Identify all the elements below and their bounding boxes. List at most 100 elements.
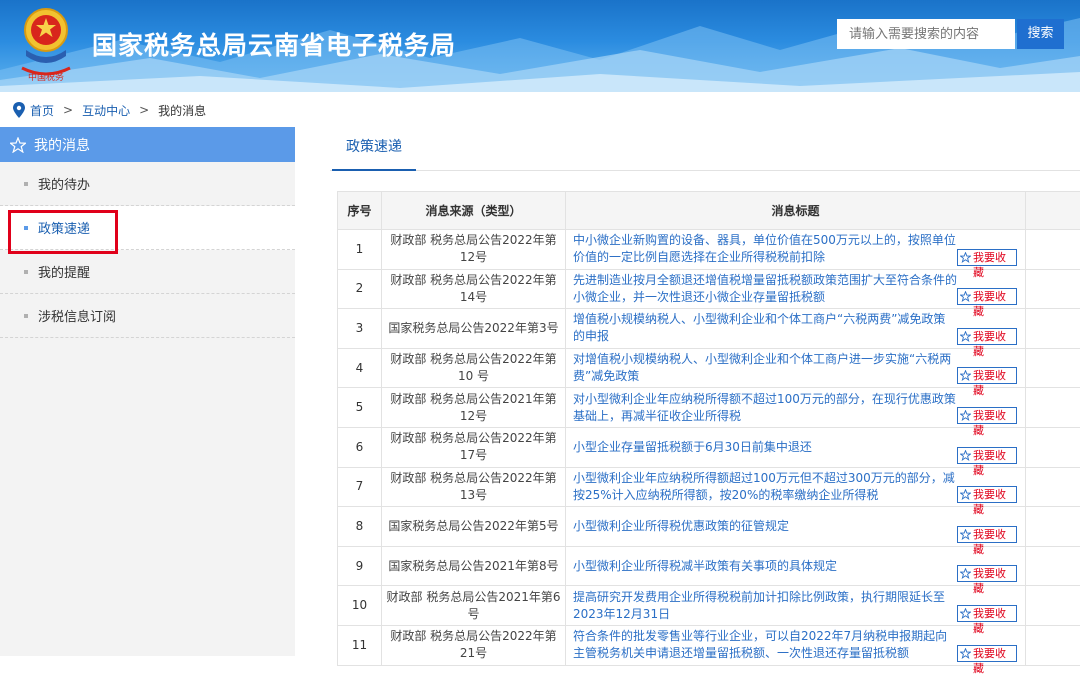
search-input[interactable] bbox=[837, 19, 1015, 49]
star-outline-icon bbox=[960, 291, 971, 302]
row-title-cell: 对增值税小规模纳税人、小型微利企业和个体工商户进一步实施“六税两费”减免政策我要… bbox=[566, 348, 1026, 388]
table-row: 1财政部 税务总局公告2022年第12号中小微企业新购置的设备、器具，单位价值在… bbox=[338, 230, 1080, 270]
row-title-link[interactable]: 对增值税小规模纳税人、小型微利企业和个体工商户进一步实施“六税两费”减免政策 bbox=[573, 351, 1019, 385]
star-icon bbox=[10, 137, 26, 153]
row-title-link[interactable]: 中小微企业新购置的设备、器具，单位价值在500万元以上的，按照单位价值的一定比例… bbox=[573, 232, 1019, 266]
row-extra-cell bbox=[1026, 625, 1080, 665]
row-number: 9 bbox=[338, 546, 382, 586]
favorite-button[interactable]: 我要收藏 bbox=[957, 486, 1017, 503]
message-table: 序号 消息来源（类型） 消息标题 1财政部 税务总局公告2022年第12号中小微… bbox=[337, 191, 1080, 666]
favorite-button[interactable]: 我要收藏 bbox=[957, 249, 1017, 266]
row-source: 财政部 税务总局公告2022年第14号 bbox=[382, 269, 566, 309]
row-number: 11 bbox=[338, 625, 382, 665]
tab-policy-express[interactable]: 政策速递 bbox=[332, 127, 416, 171]
row-extra-cell bbox=[1026, 348, 1080, 388]
favorite-button[interactable]: 我要收藏 bbox=[957, 407, 1017, 424]
row-extra-cell bbox=[1026, 269, 1080, 309]
favorite-button[interactable]: 我要收藏 bbox=[957, 288, 1017, 305]
column-header-source: 消息来源（类型） bbox=[382, 192, 566, 230]
table-row: 6财政部 税务总局公告2022年第17号小型企业存量留抵税额于6月30日前集中退… bbox=[338, 427, 1080, 467]
highlight-box bbox=[8, 210, 118, 254]
row-source: 国家税务总局公告2022年第5号 bbox=[382, 507, 566, 547]
favorite-button[interactable]: 我要收藏 bbox=[957, 565, 1017, 582]
header-banner: 中国税务 国家税务总局云南省电子税务局 搜索 bbox=[0, 0, 1080, 92]
row-extra-cell bbox=[1026, 388, 1080, 428]
favorite-button[interactable]: 我要收藏 bbox=[957, 328, 1017, 345]
column-header-title: 消息标题 bbox=[566, 192, 1026, 230]
breadcrumb-separator: > bbox=[63, 103, 73, 117]
row-source: 财政部 税务总局公告2021年第6号 bbox=[382, 586, 566, 626]
star-outline-icon bbox=[960, 252, 971, 263]
favorite-button[interactable]: 我要收藏 bbox=[957, 447, 1017, 464]
sidebar-item-reminders[interactable]: 我的提醒 bbox=[0, 250, 295, 294]
row-title-link[interactable]: 对小型微利企业年应纳税所得额不超过100万元的部分，在现行优惠政策基础上，再减半… bbox=[573, 391, 1019, 425]
row-title-link[interactable]: 增值税小规模纳税人、小型微利企业和个体工商户“六税两费”减免政策的申报 bbox=[573, 311, 1019, 345]
row-number: 7 bbox=[338, 467, 382, 507]
star-outline-icon bbox=[960, 370, 971, 381]
sidebar-header: 我的消息 bbox=[0, 127, 295, 162]
row-title-cell: 小型企业存量留抵税额于6月30日前集中退还我要收藏 bbox=[566, 427, 1026, 467]
row-source: 国家税务总局公告2021年第8号 bbox=[382, 546, 566, 586]
row-source: 国家税务总局公告2022年第3号 bbox=[382, 309, 566, 349]
row-source: 财政部 税务总局公告2022年第12号 bbox=[382, 230, 566, 270]
row-title-cell: 中小微企业新购置的设备、器具，单位价值在500万元以上的，按照单位价值的一定比例… bbox=[566, 230, 1026, 270]
table-row: 10财政部 税务总局公告2021年第6号提高研究开发费用企业所得税税前加计扣除比… bbox=[338, 586, 1080, 626]
row-extra-cell bbox=[1026, 309, 1080, 349]
sidebar-item-label: 我的待办 bbox=[38, 174, 90, 193]
row-extra-cell bbox=[1026, 230, 1080, 270]
row-number: 5 bbox=[338, 388, 382, 428]
tab-bar: 政策速递 bbox=[330, 127, 1080, 171]
row-title-cell: 提高研究开发费用企业所得税税前加计扣除比例政策，执行期限延长至2023年12月3… bbox=[566, 586, 1026, 626]
row-title-link[interactable]: 小型企业存量留抵税额于6月30日前集中退还 bbox=[573, 439, 1019, 456]
star-outline-icon bbox=[960, 489, 971, 500]
table-row: 3国家税务总局公告2022年第3号增值税小规模纳税人、小型微利企业和个体工商户“… bbox=[338, 309, 1080, 349]
row-number: 4 bbox=[338, 348, 382, 388]
site-title: 国家税务总局云南省电子税务局 bbox=[92, 26, 456, 62]
row-source: 财政部 税务总局公告2022年第21号 bbox=[382, 625, 566, 665]
table-row: 7财政部 税务总局公告2022年第13号小型微利企业年应纳税所得额超过100万元… bbox=[338, 467, 1080, 507]
row-title-cell: 增值税小规模纳税人、小型微利企业和个体工商户“六税两费”减免政策的申报我要收藏 bbox=[566, 309, 1026, 349]
star-outline-icon bbox=[960, 568, 971, 579]
breadcrumb: 首页 > 互动中心 > 我的消息 bbox=[12, 100, 206, 120]
table-row: 4财政部 税务总局公告2022年第 10 号对增值税小规模纳税人、小型微利企业和… bbox=[338, 348, 1080, 388]
row-title-cell: 符合条件的批发零售业等行业企业，可以自2022年7月纳税申报期起向主管税务机关申… bbox=[566, 625, 1026, 665]
star-outline-icon bbox=[960, 450, 971, 461]
row-extra-cell bbox=[1026, 427, 1080, 467]
row-title-link[interactable]: 小型微利企业所得税减半政策有关事项的具体规定 bbox=[573, 558, 1019, 575]
breadcrumb-home-link[interactable]: 首页 bbox=[30, 102, 54, 119]
favorite-button[interactable]: 我要收藏 bbox=[957, 526, 1017, 543]
row-number: 6 bbox=[338, 427, 382, 467]
row-title-link[interactable]: 小型微利企业所得税优惠政策的征管规定 bbox=[573, 518, 1019, 535]
row-title-link[interactable]: 先进制造业按月全额退还增值税增量留抵税额政策范围扩大至符合条件的小微企业，并一次… bbox=[573, 272, 1019, 306]
favorite-button[interactable]: 我要收藏 bbox=[957, 645, 1017, 662]
star-outline-icon bbox=[960, 331, 971, 342]
breadcrumb-interaction-link[interactable]: 互动中心 bbox=[82, 102, 130, 119]
row-source: 财政部 税务总局公告2022年第13号 bbox=[382, 467, 566, 507]
table-row: 2财政部 税务总局公告2022年第14号先进制造业按月全额退还增值税增量留抵税额… bbox=[338, 269, 1080, 309]
table-row: 8国家税务总局公告2022年第5号小型微利企业所得税优惠政策的征管规定我要收藏 bbox=[338, 507, 1080, 547]
star-outline-icon bbox=[960, 529, 971, 540]
favorite-button[interactable]: 我要收藏 bbox=[957, 367, 1017, 384]
star-outline-icon bbox=[960, 410, 971, 421]
favorite-label: 我要收藏 bbox=[973, 647, 1006, 675]
column-header-extra bbox=[1026, 192, 1080, 230]
sidebar-item-tax-subscription[interactable]: 涉税信息订阅 bbox=[0, 294, 295, 338]
sidebar-item-todo[interactable]: 我的待办 bbox=[0, 162, 295, 206]
sidebar-item-label: 我的提醒 bbox=[38, 262, 90, 281]
row-title-cell: 先进制造业按月全额退还增值税增量留抵税额政策范围扩大至符合条件的小微企业，并一次… bbox=[566, 269, 1026, 309]
star-outline-icon bbox=[960, 648, 971, 659]
row-number: 1 bbox=[338, 230, 382, 270]
star-outline-icon bbox=[960, 608, 971, 619]
row-title-link[interactable]: 小型微利企业年应纳税所得额超过100万元但不超过300万元的部分，减按25%计入… bbox=[573, 470, 1019, 504]
row-title-link[interactable]: 符合条件的批发零售业等行业企业，可以自2022年7月纳税申报期起向主管税务机关申… bbox=[573, 628, 1019, 662]
row-title-cell: 对小型微利企业年应纳税所得额不超过100万元的部分，在现行优惠政策基础上，再减半… bbox=[566, 388, 1026, 428]
table-row: 11财政部 税务总局公告2022年第21号符合条件的批发零售业等行业企业，可以自… bbox=[338, 625, 1080, 665]
row-title-cell: 小型微利企业所得税减半政策有关事项的具体规定我要收藏 bbox=[566, 546, 1026, 586]
location-pin-icon bbox=[12, 102, 26, 118]
row-title-link[interactable]: 提高研究开发费用企业所得税税前加计扣除比例政策，执行期限延长至2023年12月3… bbox=[573, 589, 1019, 623]
tax-emblem-logo: 中国税务 bbox=[16, 6, 76, 84]
search-button[interactable]: 搜索 bbox=[1017, 19, 1064, 49]
row-extra-cell bbox=[1026, 546, 1080, 586]
row-number: 2 bbox=[338, 269, 382, 309]
favorite-button[interactable]: 我要收藏 bbox=[957, 605, 1017, 622]
